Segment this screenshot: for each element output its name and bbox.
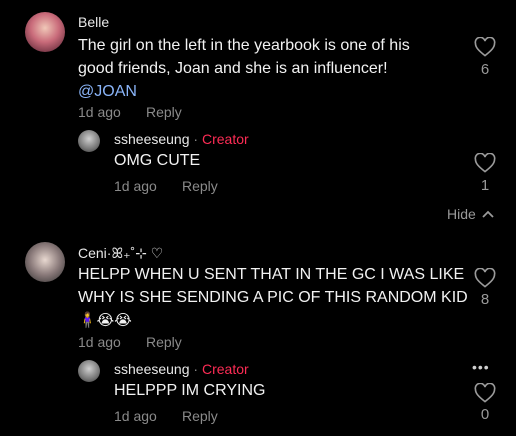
avatar[interactable] xyxy=(25,242,65,282)
reply-author[interactable]: ssheeseung xyxy=(114,361,190,377)
heart-icon[interactable] xyxy=(474,383,496,403)
creator-badge: Creator xyxy=(201,361,249,377)
comment-author[interactable]: Belle xyxy=(78,14,109,30)
reply-author[interactable]: ssheeseung xyxy=(114,131,190,147)
hide-label: Hide xyxy=(447,206,476,222)
like-count: 0 xyxy=(480,406,490,423)
comment-time: 1d ago xyxy=(78,104,121,120)
creator-badge: Creator xyxy=(201,131,249,147)
reply-button[interactable]: Reply xyxy=(182,408,218,424)
like-count: 1 xyxy=(480,177,490,194)
like-count: 8 xyxy=(480,291,490,308)
hide-replies-button[interactable]: Hide xyxy=(447,206,494,222)
reply-author-line: ssheeseung · Creator xyxy=(114,361,249,377)
reply-time: 1d ago xyxy=(114,408,157,424)
separator: · xyxy=(189,131,202,147)
comment-time: 1d ago xyxy=(78,334,121,350)
chevron-up-icon xyxy=(482,210,494,218)
comment-body-line1: HELPP WHEN U SENT THAT IN THE GC I WAS L… xyxy=(78,266,465,283)
comment-body-line2: WHY IS SHE SENDING A PIC OF THIS RANDOM … xyxy=(78,289,468,306)
separator: · xyxy=(189,361,202,377)
mention-link[interactable]: @JOAN xyxy=(78,80,438,103)
heart-icon[interactable] xyxy=(474,268,496,288)
reply-author-line: ssheeseung · Creator xyxy=(114,131,249,147)
reply-button[interactable]: Reply xyxy=(182,178,218,194)
avatar[interactable] xyxy=(25,12,65,52)
heart-icon[interactable] xyxy=(474,37,496,57)
like-count: 6 xyxy=(480,61,490,78)
comment-author[interactable]: Ceni·ꕤ₊˚⊹ ♡ xyxy=(78,245,163,262)
reply-button[interactable]: Reply xyxy=(146,334,182,350)
more-dots-icon[interactable]: ••• xyxy=(472,359,490,375)
heart-icon[interactable] xyxy=(474,153,496,173)
reply-text: HELPPP IM CRYING xyxy=(114,382,266,399)
avatar[interactable] xyxy=(78,130,100,152)
reply-text: OMG CUTE xyxy=(114,152,201,169)
emoji-text: 🧍‍♀️😭😭 xyxy=(78,312,132,329)
reply-time: 1d ago xyxy=(114,178,157,194)
comment-body: The girl on the left in the yearbook is … xyxy=(78,37,410,77)
comment-text: HELPP WHEN U SENT THAT IN THE GC I WAS L… xyxy=(78,263,468,332)
comment-text: The girl on the left in the yearbook is … xyxy=(78,34,438,103)
avatar[interactable] xyxy=(78,360,100,382)
reply-button[interactable]: Reply xyxy=(146,104,182,120)
